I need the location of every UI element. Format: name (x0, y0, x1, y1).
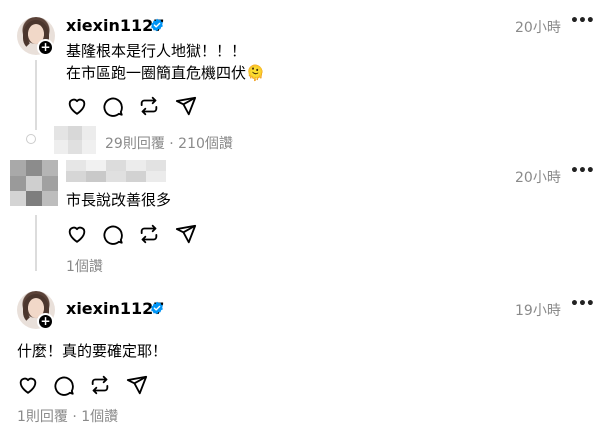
post-time[interactable]: 20小時 (515, 167, 561, 187)
like-button[interactable] (66, 95, 88, 117)
repost-icon (140, 96, 158, 116)
like-button[interactable] (66, 223, 88, 245)
follow-plus-icon[interactable]: + (37, 39, 54, 56)
verified-badge-icon (151, 18, 163, 32)
blurred-avatar (68, 140, 82, 154)
blurred-username[interactable] (66, 160, 176, 182)
pixel-block (66, 171, 86, 182)
share-button[interactable] (126, 374, 148, 396)
pixel-block (86, 160, 106, 171)
heart-icon (68, 98, 86, 115)
blurred-avatar[interactable] (10, 160, 58, 206)
heart-icon (19, 377, 37, 394)
comment-icon (103, 97, 123, 117)
share-button[interactable] (175, 95, 197, 117)
more-options-icon[interactable]: ••• (570, 163, 595, 179)
pixel-block (86, 171, 106, 182)
share-icon (175, 96, 197, 116)
post-text: 什麼！真的要確定耶！ (17, 342, 168, 360)
comment-icon (103, 225, 123, 245)
blurred-avatar (68, 126, 82, 140)
blurred-avatar (54, 140, 68, 154)
thread-line (35, 215, 37, 271)
avatar[interactable]: + (17, 291, 55, 330)
share-icon (126, 375, 148, 395)
pixel-block (26, 191, 42, 206)
like-button[interactable] (17, 374, 39, 396)
repost-button[interactable] (138, 223, 160, 245)
share-button[interactable] (175, 223, 197, 245)
more-options-icon[interactable]: ••• (570, 296, 595, 312)
post-time[interactable]: 20小時 (515, 17, 561, 37)
repost-icon (91, 375, 109, 395)
pixel-block (26, 160, 42, 176)
replies-likes-count[interactable]: 1則回覆 · 1個讚 (17, 406, 118, 426)
blurred-avatar (82, 140, 96, 154)
post-time[interactable]: 19小時 (515, 300, 561, 320)
pixel-block (10, 160, 26, 176)
avatar[interactable]: + (17, 17, 55, 56)
pixel-block (42, 176, 58, 191)
replies-likes-count[interactable]: 29則回覆 · 210個讚 (105, 133, 233, 153)
comment-button[interactable] (102, 95, 124, 117)
pixel-block (126, 171, 146, 182)
pixel-block (146, 171, 166, 182)
pixel-block (10, 191, 26, 206)
pixel-block (42, 191, 58, 206)
thread-line (35, 60, 37, 130)
small-avatar (26, 134, 36, 144)
comment-button[interactable] (53, 374, 75, 396)
follow-plus-icon[interactable]: + (37, 313, 54, 330)
pixel-block (42, 160, 58, 176)
comment-button[interactable] (102, 223, 124, 245)
comment-icon (54, 376, 74, 396)
blurred-avatar (82, 126, 96, 140)
likes-count[interactable]: 1個讚 (66, 256, 103, 276)
verified-badge-icon (151, 301, 163, 315)
pixel-block (26, 176, 42, 191)
repost-button[interactable] (138, 95, 160, 117)
pixel-block (126, 160, 146, 171)
pixel-block (106, 171, 126, 182)
post-text: 市長說改善很多 (66, 191, 172, 209)
repost-button[interactable] (89, 374, 111, 396)
share-icon (175, 224, 197, 244)
pixel-block (66, 160, 86, 171)
post-text-line: 基隆根本是行人地獄！！！ (66, 42, 247, 60)
pixel-block (146, 160, 166, 171)
repost-icon (140, 224, 158, 244)
pixel-block (10, 176, 26, 191)
post-text-line: 在市區跑一圈簡直危機四伏🫠 (66, 64, 265, 82)
more-options-icon[interactable]: ••• (570, 13, 595, 29)
blurred-avatar (54, 126, 68, 140)
reply-avatars[interactable] (26, 126, 106, 154)
heart-icon (68, 226, 86, 243)
pixel-block (106, 160, 126, 171)
